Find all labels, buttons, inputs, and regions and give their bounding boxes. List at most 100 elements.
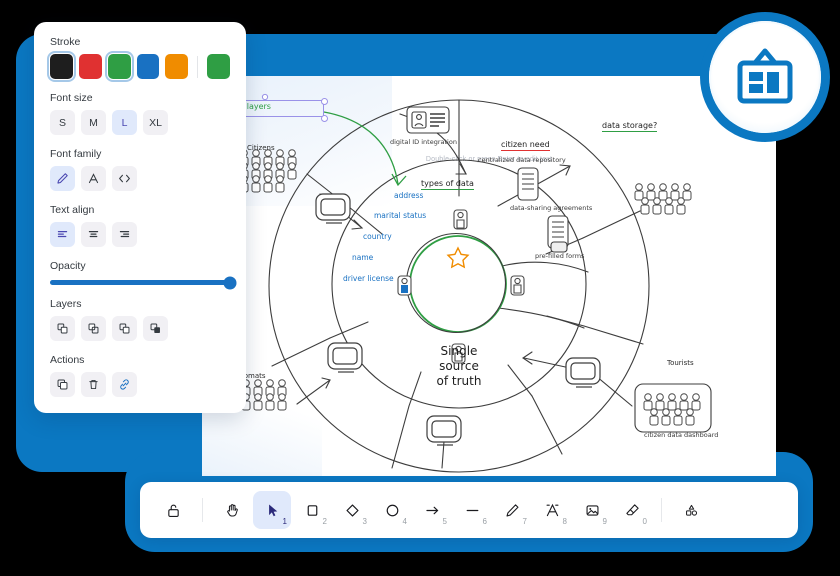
- font-size-s[interactable]: S: [50, 110, 75, 135]
- node-label-data-sharing: data-sharing agreements: [510, 204, 593, 212]
- send-backward-icon: [88, 323, 99, 334]
- font-size-m[interactable]: M: [81, 110, 106, 135]
- toolbar-divider-1: [202, 498, 203, 522]
- tool-rectangle[interactable]: 2: [293, 491, 331, 529]
- font-family-code[interactable]: [112, 166, 137, 191]
- tool-image[interactable]: 9: [573, 491, 611, 529]
- stroke-swatch-blue[interactable]: [136, 54, 160, 79]
- action-link[interactable]: [112, 372, 137, 397]
- text-align-left[interactable]: [50, 222, 75, 247]
- stroke-swatch-red[interactable]: [78, 54, 102, 79]
- font-family-hand-drawn[interactable]: [50, 166, 75, 191]
- selection-handle-br[interactable]: [321, 115, 328, 122]
- tool-shape-library[interactable]: [672, 491, 710, 529]
- stroke-swatch-green[interactable]: [107, 54, 131, 79]
- actions-group: Actions: [50, 354, 230, 397]
- toolbar-divider-2: [661, 498, 662, 522]
- people-pictograms: [217, 149, 701, 426]
- lock-icon: [167, 504, 179, 517]
- text-align-row: [50, 222, 230, 247]
- group-label-citizens: Citizens: [247, 144, 275, 152]
- data-type-country: country: [363, 232, 392, 241]
- stroke-label: Stroke: [50, 36, 81, 48]
- tool-eraser[interactable]: 0: [613, 491, 651, 529]
- font-size-row: S M L XL: [50, 110, 230, 135]
- data-type-driver-license: driver license: [343, 274, 394, 283]
- font-size-l[interactable]: L: [112, 110, 137, 135]
- heading-citizen-need: citizen need: [501, 140, 550, 151]
- whiteboard-canvas[interactable]: Double-click or press Enter to edit text: [202, 76, 776, 476]
- send-to-back-icon: [57, 323, 68, 334]
- tool-text-key: 8: [562, 517, 567, 526]
- stroke-swatch-row: [50, 54, 230, 79]
- tool-toolbar[interactable]: 1 2 3 4 5 6 7 8 9 0: [140, 482, 798, 538]
- text-align-center[interactable]: [81, 222, 106, 247]
- data-type-name: name: [352, 253, 374, 262]
- normal-font-a-icon: [88, 173, 99, 184]
- properties-panel[interactable]: Stroke Font size S M L XL Font family Te…: [34, 22, 246, 413]
- opacity-slider-fill: [50, 280, 230, 285]
- tool-arrow[interactable]: 5: [413, 491, 451, 529]
- data-type-address: address: [394, 191, 424, 200]
- stroke-swatch-orange[interactable]: [165, 54, 189, 79]
- layer-bring-to-front[interactable]: [143, 316, 168, 341]
- node-label-central-repo: centralized data repository: [478, 156, 566, 164]
- action-delete[interactable]: [81, 372, 106, 397]
- center-label: Single source of truth: [414, 344, 504, 389]
- tool-hand[interactable]: [213, 491, 251, 529]
- tool-diamond[interactable]: 3: [333, 491, 371, 529]
- tool-selection-key: 1: [282, 517, 287, 526]
- tool-draw[interactable]: 7: [493, 491, 531, 529]
- layer-send-to-back[interactable]: [50, 316, 75, 341]
- stroke-swatch-black[interactable]: [50, 54, 73, 79]
- selection-icon: [268, 504, 277, 516]
- font-family-label: Font family: [50, 148, 102, 160]
- font-family-group: Font family: [50, 148, 230, 191]
- tool-rectangle-key: 2: [322, 517, 327, 526]
- font-size-xl[interactable]: XL: [143, 110, 168, 135]
- tool-line-key: 6: [482, 517, 487, 526]
- opacity-slider[interactable]: [50, 276, 237, 289]
- bring-to-front-icon: [150, 323, 160, 333]
- opacity-slider-knob[interactable]: [223, 276, 237, 289]
- tool-line[interactable]: 6: [453, 491, 491, 529]
- current-stroke-swatch[interactable]: [207, 54, 230, 79]
- text-align-group: Text align: [50, 204, 230, 247]
- actions-row: [50, 372, 230, 397]
- bring-forward-icon: [119, 323, 130, 334]
- action-duplicate[interactable]: [50, 372, 75, 397]
- layers-group: Layers: [50, 298, 230, 341]
- tool-lock[interactable]: [154, 491, 192, 529]
- tool-ellipse[interactable]: 4: [373, 491, 411, 529]
- group-label-tourists: Tourists: [667, 359, 694, 367]
- tool-draw-key: 7: [522, 517, 527, 526]
- line-icon: [466, 509, 478, 511]
- node-label-dashboard: citizen data dashboard: [644, 431, 719, 439]
- selection-handle-tr[interactable]: [321, 98, 328, 105]
- tool-diamond-key: 3: [362, 517, 367, 526]
- node-label-digital-id: digital ID integration: [390, 138, 457, 146]
- stroke-group: Stroke: [50, 36, 230, 79]
- tool-ellipse-key: 4: [402, 517, 407, 526]
- ellipse-icon: [386, 504, 398, 516]
- tool-arrow-key: 5: [442, 517, 447, 526]
- text-align-right[interactable]: [112, 222, 137, 247]
- align-center-icon: [88, 231, 99, 238]
- center-line-1: Single: [440, 344, 478, 358]
- delete-icon: [89, 379, 98, 390]
- layer-bring-forward[interactable]: [112, 316, 137, 341]
- hand-drawn-pen-icon: [57, 173, 68, 184]
- font-family-normal[interactable]: [81, 166, 106, 191]
- tool-selection[interactable]: 1: [253, 491, 291, 529]
- center-line-2: source: [439, 359, 479, 373]
- tool-text[interactable]: 8: [533, 491, 571, 529]
- center-line-3: of truth: [436, 374, 482, 388]
- text-icon: [546, 503, 558, 516]
- app-logo-badge: [700, 12, 830, 142]
- layer-send-backward[interactable]: [81, 316, 106, 341]
- actions-label: Actions: [50, 354, 85, 366]
- code-font-icon: [119, 174, 130, 183]
- data-type-marital-status: marital status: [374, 211, 427, 220]
- tool-image-key: 9: [602, 517, 607, 526]
- whiteboard-icon: [737, 48, 793, 104]
